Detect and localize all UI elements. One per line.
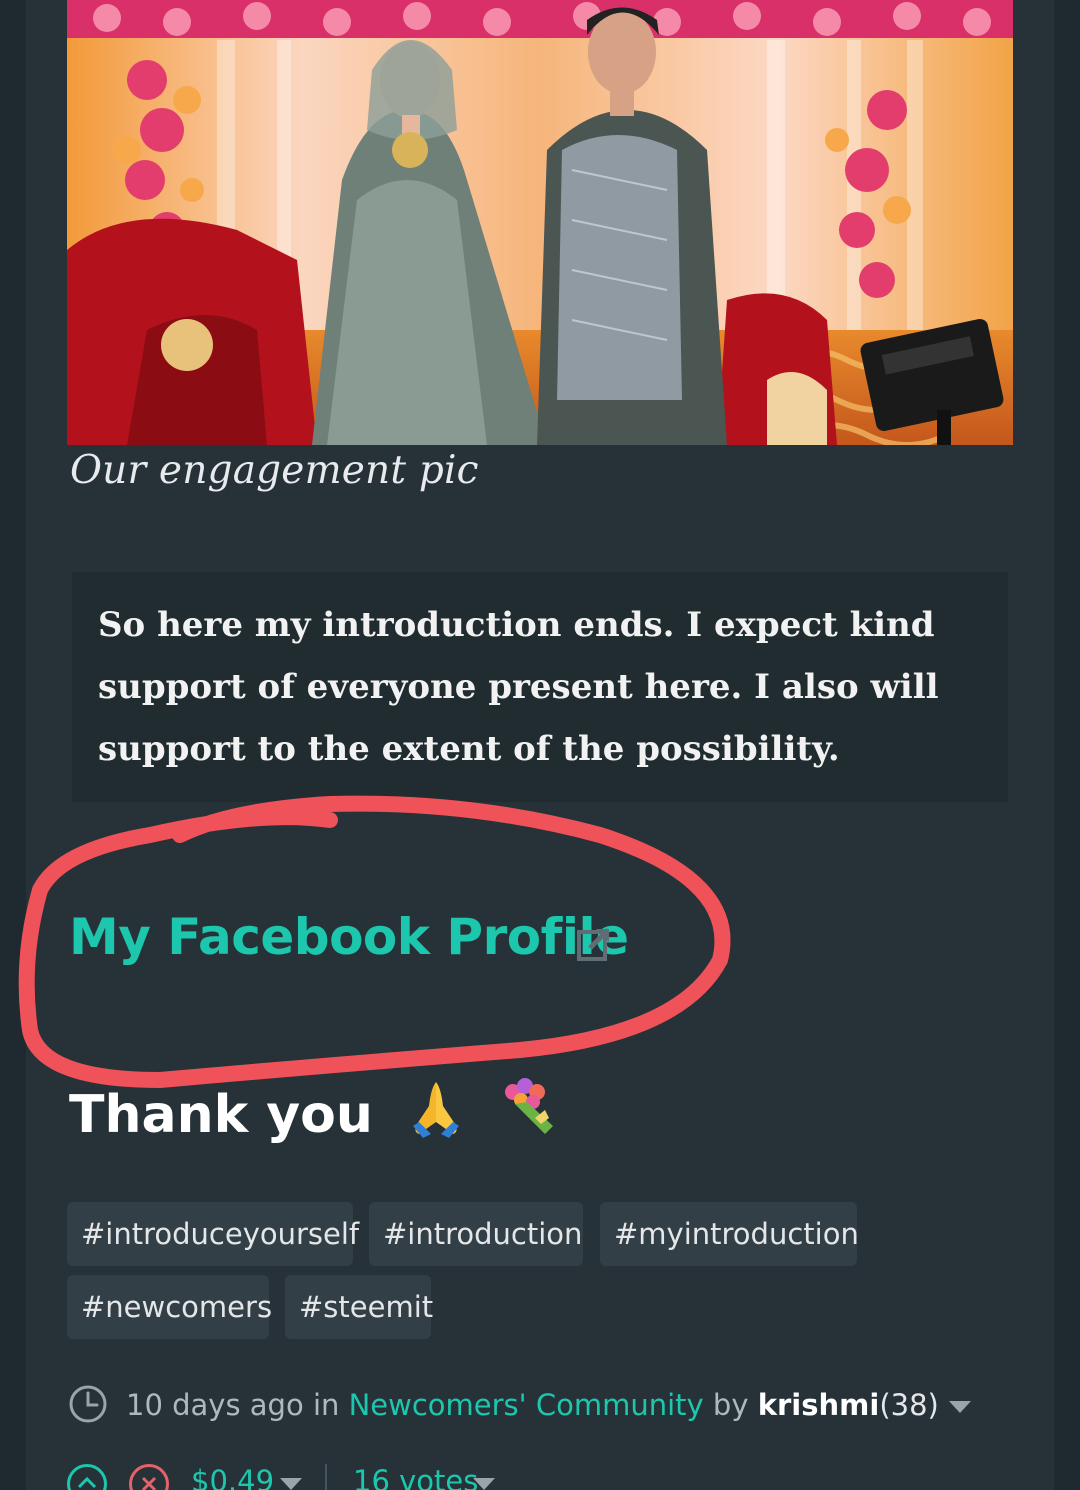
thank-you-text: Thank you <box>69 1085 373 1145</box>
vote-count[interactable]: 16 votes <box>353 1464 478 1490</box>
payout-value[interactable]: $0.49 <box>191 1464 274 1490</box>
tag-newcomers[interactable]: #newcomers <box>67 1275 272 1339</box>
clock-icon <box>69 1385 107 1423</box>
engagement-photo[interactable] <box>67 0 1013 445</box>
blockquote-text: So here my introduction ends. I expect k… <box>98 605 939 769</box>
payout-chevron-down-icon[interactable] <box>280 1478 302 1490</box>
image-caption: Our engagement pic <box>70 448 479 493</box>
tag-introduction[interactable]: #introduction <box>369 1202 583 1266</box>
folded-hands-icon <box>413 1082 460 1138</box>
vote-divider <box>325 1464 327 1490</box>
post-meta: 10 days ago in Newcomers' Community by k… <box>68 1384 971 1426</box>
post-time[interactable]: 10 days ago <box>126 1388 304 1422</box>
tag-steemit[interactable]: #steemit <box>285 1275 433 1339</box>
downvote-button[interactable] <box>129 1464 169 1490</box>
author-link[interactable]: krishmi <box>758 1388 880 1422</box>
blockquote: So here my introduction ends. I expect k… <box>72 572 1008 802</box>
community-link[interactable]: Newcomers' Community <box>349 1388 704 1422</box>
votes-chevron-down-icon[interactable] <box>473 1478 495 1490</box>
in-word: in <box>312 1388 340 1422</box>
author-reputation: (38) <box>879 1388 939 1422</box>
thank-you-line: Thank you <box>69 1078 561 1145</box>
by-word: by <box>712 1388 749 1422</box>
bouquet-icon <box>505 1078 554 1134</box>
author-menu-chevron-down-icon[interactable] <box>948 1401 971 1413</box>
flag-x-icon <box>141 1476 157 1490</box>
tag-myintroduction[interactable]: #myintroduction <box>600 1202 859 1266</box>
upvote-chevron-icon <box>77 1476 97 1489</box>
upvote-button[interactable] <box>67 1464 107 1490</box>
page: Our engagement pic So here my introducti… <box>0 0 1080 1490</box>
tag-introduceyourself[interactable]: #introduceyourself <box>67 1202 359 1266</box>
facebook-profile-link[interactable]: My Facebook Profile <box>69 908 629 966</box>
external-link-icon <box>577 928 610 961</box>
